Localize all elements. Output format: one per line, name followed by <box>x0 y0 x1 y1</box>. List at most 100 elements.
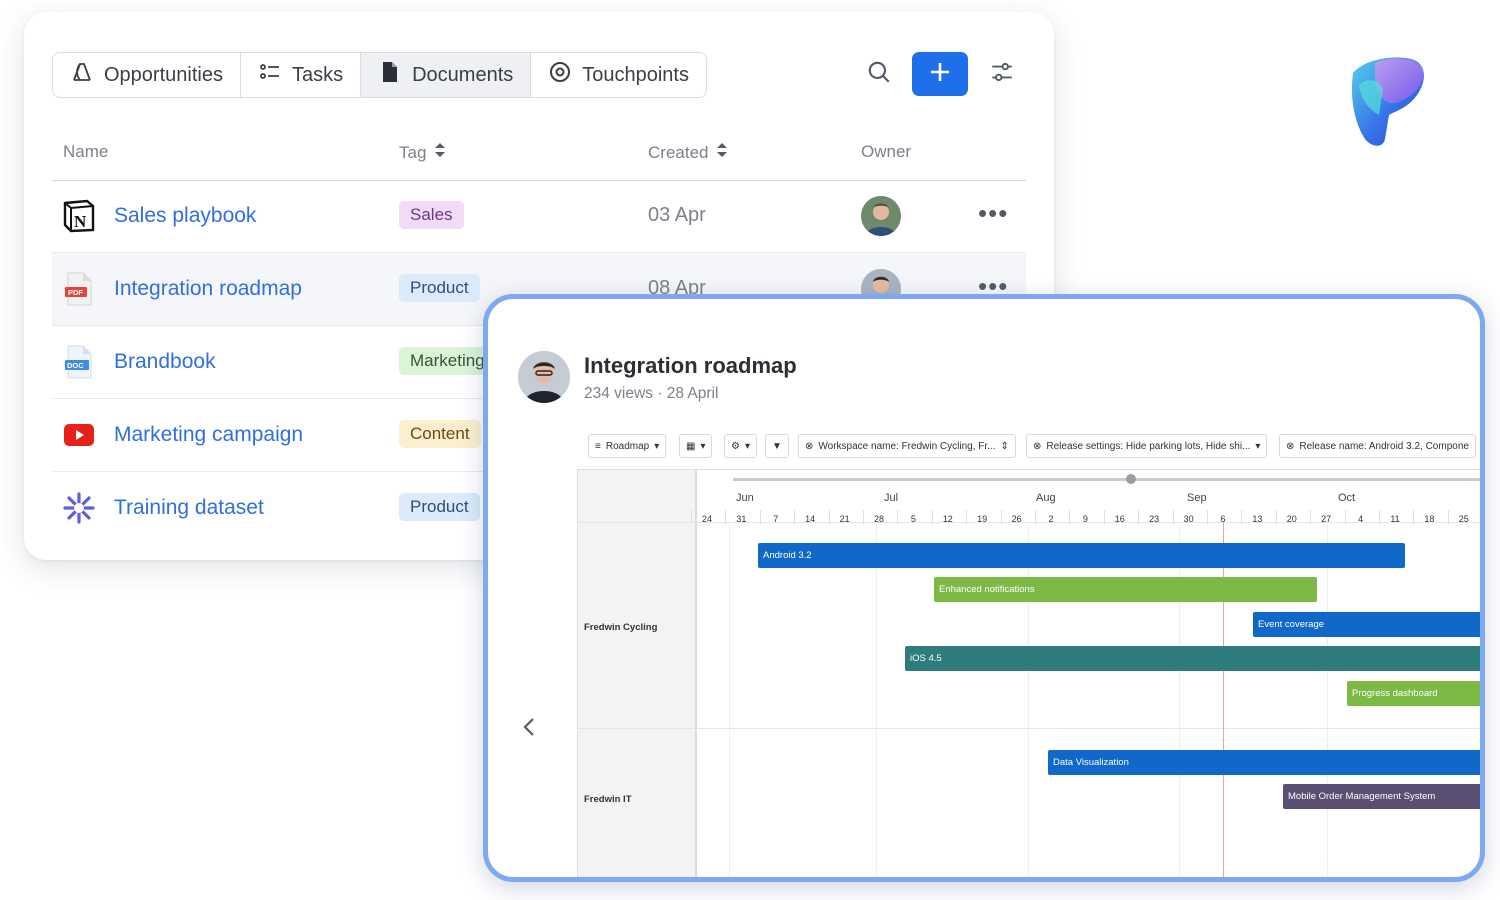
asterisk-icon <box>62 491 96 525</box>
month-label: Oct <box>1338 492 1356 504</box>
roadmap-bar[interactable]: iOS 4.5 <box>905 646 1480 671</box>
filter-button[interactable]: ▼ <box>765 434 789 458</box>
calendar-icon: ▦ <box>686 440 696 452</box>
day-label: 21 <box>839 514 850 524</box>
tab-label: Touchpoints <box>582 63 689 86</box>
document-name-link[interactable]: Training dataset <box>114 496 264 520</box>
calendar-dropdown[interactable]: ▦ ▾ <box>679 434 713 458</box>
month-label: Sep <box>1187 492 1207 504</box>
youtube-icon <box>62 418 96 452</box>
tab-bar: Opportunities Tasks Documents Touchpoint… <box>52 52 707 98</box>
svg-text:N: N <box>74 212 87 231</box>
table-header: Name Tag Created Owner <box>52 138 1026 181</box>
add-button[interactable] <box>912 52 968 96</box>
more-options-button[interactable]: ••• <box>978 198 1008 228</box>
caret-down-icon: ▾ <box>1255 440 1261 452</box>
month-label: Jun <box>736 492 754 504</box>
tab-touchpoints[interactable]: Touchpoints <box>531 53 706 97</box>
column-header-created[interactable]: Created <box>648 142 728 163</box>
caret-down-icon: ▾ <box>744 440 750 452</box>
day-label: 9 <box>1082 514 1088 524</box>
day-label: 19 <box>977 514 988 524</box>
sort-icon <box>434 142 446 163</box>
document-preview-panel: Integration roadmap 234 views · 28 April… <box>483 294 1485 882</box>
plus-icon <box>928 60 952 89</box>
day-label: 16 <box>1114 514 1125 524</box>
day-label: 31 <box>736 514 747 524</box>
document-name-link[interactable]: Brandbook <box>114 350 216 374</box>
caret-down-icon: ▾ <box>654 440 660 452</box>
month-gridline <box>729 522 730 877</box>
table-row[interactable]: N Sales playbook Sales 03 Apr ••• <box>52 180 1026 253</box>
roadmap-bar[interactable]: Android 3.2 <box>758 543 1405 568</box>
preview-title: Integration roadmap <box>584 353 797 378</box>
settings-dropdown[interactable]: ⚙ ▾ <box>724 434 757 458</box>
tab-documents[interactable]: Documents <box>361 53 532 97</box>
sliders-icon <box>989 59 1015 90</box>
group-divider <box>578 728 1480 729</box>
tab-label: Tasks <box>291 63 344 86</box>
owner-avatar <box>861 196 901 236</box>
column-header-name[interactable]: Name <box>63 142 108 162</box>
author-avatar <box>518 351 570 403</box>
day-label: 11 <box>1390 514 1400 524</box>
column-header-tag[interactable]: Tag <box>399 142 446 163</box>
day-label: 23 <box>1149 514 1160 524</box>
previous-button[interactable] <box>518 715 542 739</box>
list-icon: ≡ <box>595 440 601 452</box>
roadmap-bar[interactable]: Enhanced notifications <box>934 577 1317 602</box>
month-label: Jul <box>884 492 899 504</box>
roadmap-bar[interactable]: Mobile Order Management System <box>1283 784 1480 809</box>
gear-icon: ⚙ <box>731 440 740 452</box>
tag-badge: Content <box>399 420 481 448</box>
roadmap-view-dropdown[interactable]: ≡ Roadmap ▾ <box>588 434 667 458</box>
notion-icon: N <box>62 199 96 233</box>
tab-opportunities[interactable]: Opportunities <box>53 53 241 97</box>
group-label: Fredwin IT <box>584 794 632 805</box>
close-circle-icon[interactable]: ⊗ <box>805 441 813 452</box>
release-settings-filter-chip[interactable]: ⊗ Release settings: Hide parking lots, Hi… <box>1026 434 1268 458</box>
roadmap-bar[interactable]: Progress dashboard <box>1347 681 1480 706</box>
day-label: 13 <box>1252 514 1263 524</box>
tab-label: Documents <box>412 63 514 86</box>
caret-down-icon: ▾ <box>700 440 706 452</box>
doc-file-icon: DOC <box>62 345 96 379</box>
today-marker <box>1223 522 1224 877</box>
workspace-filter-chip[interactable]: ⊗ Workspace name: Fredwin Cycling, Fr... ⇕ <box>798 434 1016 458</box>
document-name-link[interactable]: Sales playbook <box>114 204 256 228</box>
sort-icon <box>716 142 728 163</box>
timeline-scroll-handle[interactable] <box>1126 474 1136 484</box>
day-label: 28 <box>873 514 884 524</box>
stepper-icon: ⇕ <box>1000 440 1009 452</box>
roadmap-bar[interactable]: Event coverage <box>1253 612 1480 637</box>
close-circle-icon[interactable]: ⊗ <box>1033 441 1041 452</box>
day-label: 14 <box>805 514 816 524</box>
tag-badge: Product <box>399 493 480 521</box>
filter-settings-button[interactable] <box>974 52 1030 96</box>
close-circle-icon[interactable]: ⊗ <box>1286 441 1294 452</box>
day-label: 20 <box>1286 514 1297 524</box>
column-header-owner: Owner <box>861 142 912 161</box>
pdf-file-icon: PDF <box>62 272 96 306</box>
day-label: 24 <box>701 514 712 524</box>
filter-icon: ▼ <box>772 440 782 452</box>
group-label: Fredwin Cycling <box>584 622 658 633</box>
day-label: 7 <box>773 514 779 524</box>
day-label: 18 <box>1424 514 1435 524</box>
day-label: 5 <box>910 514 916 524</box>
day-label: 12 <box>942 514 953 524</box>
gantt-chart: Fredwin Cycling Fredwin IT Jun Jul Aug S… <box>577 469 1480 877</box>
day-label: 25 <box>1458 514 1469 524</box>
month-gridline <box>1179 522 1180 877</box>
roadmap-bar[interactable]: Data Visualization <box>1048 750 1480 775</box>
document-name-link[interactable]: Integration roadmap <box>114 277 302 301</box>
search-button[interactable] <box>851 52 907 96</box>
tag-badge: Sales <box>399 201 464 229</box>
document-name-link[interactable]: Marketing campaign <box>114 423 303 447</box>
gantt-group-column: Fredwin Cycling Fredwin IT <box>578 470 697 877</box>
release-name-filter-chip[interactable]: ⊗ Release name: Android 3.2, Compone <box>1279 434 1476 458</box>
timeline-scrollbar[interactable] <box>733 478 1480 481</box>
tab-tasks[interactable]: Tasks <box>241 53 362 97</box>
tasks-list-icon <box>258 60 282 90</box>
svg-text:PDF: PDF <box>68 288 83 297</box>
